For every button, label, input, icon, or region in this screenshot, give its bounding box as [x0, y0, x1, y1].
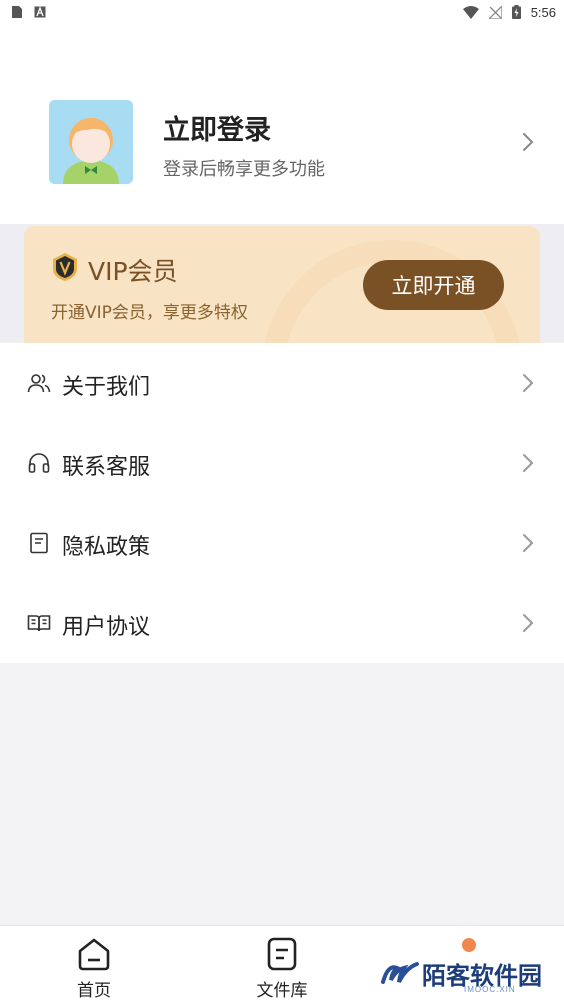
wifi-icon	[462, 5, 479, 19]
login-subtitle: 登录后畅享更多功能	[163, 159, 325, 180]
clock-time: 5:56	[530, 4, 556, 20]
watermark-subtext: IMOOC.XIN	[464, 985, 516, 994]
nav-label: 首页	[77, 981, 111, 1001]
status-bar: 5:56	[0, 0, 564, 24]
chevron-right-icon	[518, 611, 538, 635]
watermark: 陌客软件园 IMOOC.XIN	[378, 936, 562, 998]
nav-tab-file-library[interactable]: 文件库	[222, 926, 342, 1002]
headset-icon	[27, 451, 51, 475]
login-title[interactable]: 立即登录	[163, 108, 271, 147]
vip-section: VIP会员 开通VIP会员，享更多特权 立即开通	[0, 224, 564, 343]
vip-activate-button[interactable]: 立即开通	[363, 260, 504, 310]
chevron-right-icon	[518, 451, 538, 475]
keyboard-a-icon	[34, 6, 46, 18]
no-signal-icon	[488, 5, 502, 19]
menu-item-about[interactable]: 关于我们	[0, 343, 564, 423]
watermark-dot	[462, 938, 476, 952]
chevron-right-icon	[518, 531, 538, 555]
vip-shield-icon	[52, 252, 78, 282]
menu-item-label: 隐私政策	[62, 535, 151, 560]
users-icon	[27, 371, 51, 395]
settings-menu: 关于我们 联系客服 隐私政策 用户协议	[0, 343, 564, 663]
status-left	[10, 5, 46, 19]
open-book-icon	[27, 611, 51, 635]
nav-tab-home[interactable]: 首页	[34, 926, 154, 1002]
chevron-right-icon	[518, 371, 538, 395]
chevron-right-icon[interactable]	[518, 130, 538, 154]
menu-item-user-agreement[interactable]: 用户协议	[0, 583, 564, 663]
nav-label: 文件库	[256, 981, 308, 1001]
sim-card-icon	[10, 5, 24, 19]
menu-item-privacy-policy[interactable]: 隐私政策	[0, 503, 564, 583]
status-right: 5:56	[462, 4, 556, 20]
menu-item-label: 联系客服	[62, 455, 151, 480]
vip-subtitle: 开通VIP会员，享更多特权	[51, 303, 248, 323]
vip-title: VIP会员	[88, 257, 178, 286]
file-library-icon	[264, 936, 300, 972]
watermark-logo-icon	[380, 960, 420, 986]
menu-item-label: 关于我们	[62, 375, 151, 400]
battery-charging-icon	[511, 5, 521, 19]
menu-item-label: 用户协议	[62, 615, 151, 640]
profile-header[interactable]: 立即登录 登录后畅享更多功能	[0, 24, 564, 224]
home-icon	[76, 936, 112, 972]
menu-item-contact-support[interactable]: 联系客服	[0, 423, 564, 503]
default-avatar-icon[interactable]	[49, 100, 133, 184]
document-icon	[27, 531, 51, 555]
vip-card[interactable]: VIP会员 开通VIP会员，享更多特权 立即开通	[24, 226, 540, 343]
